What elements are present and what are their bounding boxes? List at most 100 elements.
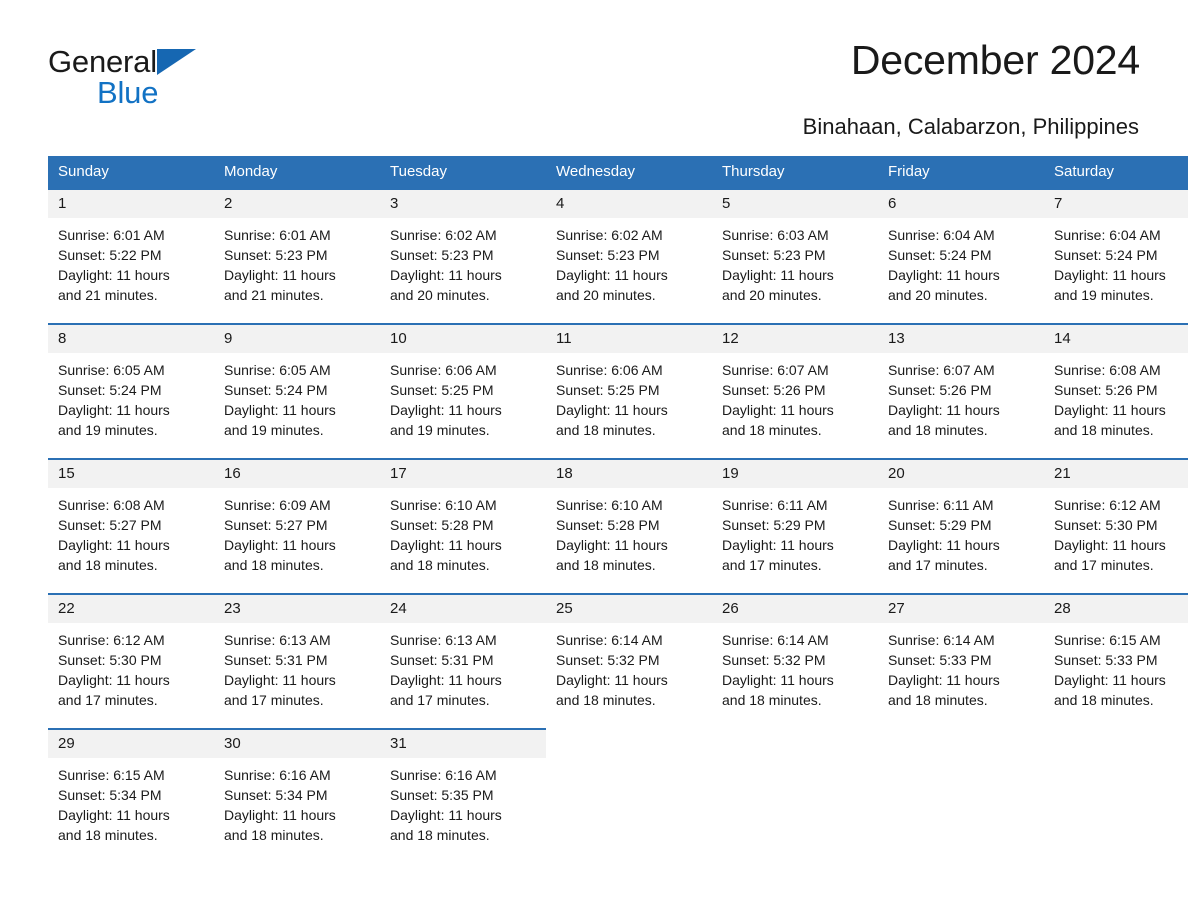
daylight-text-line1: Daylight: 11 hours [888, 402, 1000, 418]
day-details: Sunrise: 6:01 AM Sunset: 5:23 PM Dayligh… [214, 218, 380, 305]
day-cell[interactable]: 20 Sunrise: 6:11 AM Sunset: 5:29 PM Dayl… [878, 458, 1044, 594]
daylight-text-line1: Daylight: 11 hours [224, 537, 336, 553]
weekday-header-tuesday: Tuesday [380, 156, 546, 189]
sunrise-text: Sunrise: 6:01 AM [224, 227, 331, 243]
day-cell[interactable]: 25 Sunrise: 6:14 AM Sunset: 5:32 PM Dayl… [546, 593, 712, 729]
sunrise-text: Sunrise: 6:01 AM [58, 227, 165, 243]
day-cell[interactable]: 19 Sunrise: 6:11 AM Sunset: 5:29 PM Dayl… [712, 458, 878, 594]
day-cell[interactable]: 8 Sunrise: 6:05 AM Sunset: 5:24 PM Dayli… [48, 323, 214, 459]
daylight-text-line1: Daylight: 11 hours [58, 402, 170, 418]
daylight-text-line2: and 18 minutes. [888, 692, 988, 708]
day-number: 12 [712, 325, 878, 353]
sunset-text: Sunset: 5:26 PM [888, 382, 992, 398]
sunset-text: Sunset: 5:26 PM [722, 382, 826, 398]
daylight-text-line2: and 18 minutes. [224, 827, 324, 843]
daylight-text-line1: Daylight: 11 hours [888, 267, 1000, 283]
title-block: December 2024 [851, 0, 1140, 84]
sunset-text: Sunset: 5:32 PM [556, 652, 660, 668]
day-cell-empty [712, 729, 878, 863]
day-number: 6 [878, 190, 1044, 218]
daylight-text-line1: Daylight: 11 hours [556, 672, 668, 688]
day-cell[interactable]: 26 Sunrise: 6:14 AM Sunset: 5:32 PM Dayl… [712, 593, 878, 729]
day-cell[interactable]: 6 Sunrise: 6:04 AM Sunset: 5:24 PM Dayli… [878, 188, 1044, 324]
daylight-text-line1: Daylight: 11 hours [722, 537, 834, 553]
week-row: 1 Sunrise: 6:01 AM Sunset: 5:22 PM Dayli… [48, 188, 1188, 324]
day-cell[interactable]: 17 Sunrise: 6:10 AM Sunset: 5:28 PM Dayl… [380, 458, 546, 594]
daylight-text-line1: Daylight: 11 hours [58, 807, 170, 823]
day-details: Sunrise: 6:11 AM Sunset: 5:29 PM Dayligh… [878, 488, 1044, 575]
daylight-text-line1: Daylight: 11 hours [390, 672, 502, 688]
day-cell[interactable]: 24 Sunrise: 6:13 AM Sunset: 5:31 PM Dayl… [380, 593, 546, 729]
day-number: 23 [214, 595, 380, 623]
day-number: 8 [48, 325, 214, 353]
day-details: Sunrise: 6:06 AM Sunset: 5:25 PM Dayligh… [380, 353, 546, 440]
daylight-text-line1: Daylight: 11 hours [888, 537, 1000, 553]
day-number: 9 [214, 325, 380, 353]
daylight-text-line1: Daylight: 11 hours [224, 807, 336, 823]
day-details: Sunrise: 6:14 AM Sunset: 5:32 PM Dayligh… [546, 623, 712, 710]
day-number: 7 [1044, 190, 1188, 218]
page-title: December 2024 [850, 37, 1140, 83]
sunrise-text: Sunrise: 6:13 AM [224, 632, 331, 648]
day-details: Sunrise: 6:06 AM Sunset: 5:25 PM Dayligh… [546, 353, 712, 440]
day-cell[interactable]: 27 Sunrise: 6:14 AM Sunset: 5:33 PM Dayl… [878, 593, 1044, 729]
sunset-text: Sunset: 5:32 PM [722, 652, 826, 668]
daylight-text-line2: and 19 minutes. [224, 422, 324, 438]
sunset-text: Sunset: 5:25 PM [556, 382, 660, 398]
day-cell[interactable]: 1 Sunrise: 6:01 AM Sunset: 5:22 PM Dayli… [48, 188, 214, 324]
day-details: Sunrise: 6:02 AM Sunset: 5:23 PM Dayligh… [546, 218, 712, 305]
week-row: 22 Sunrise: 6:12 AM Sunset: 5:30 PM Dayl… [48, 593, 1188, 729]
day-number: 24 [380, 595, 546, 623]
day-details: Sunrise: 6:08 AM Sunset: 5:26 PM Dayligh… [1044, 353, 1188, 440]
day-cell[interactable]: 11 Sunrise: 6:06 AM Sunset: 5:25 PM Dayl… [546, 323, 712, 459]
day-cell[interactable]: 4 Sunrise: 6:02 AM Sunset: 5:23 PM Dayli… [546, 188, 712, 324]
day-cell[interactable]: 15 Sunrise: 6:08 AM Sunset: 5:27 PM Dayl… [48, 458, 214, 594]
day-cell[interactable]: 28 Sunrise: 6:15 AM Sunset: 5:33 PM Dayl… [1044, 593, 1188, 729]
sunrise-text: Sunrise: 6:12 AM [58, 632, 165, 648]
day-cell[interactable]: 23 Sunrise: 6:13 AM Sunset: 5:31 PM Dayl… [214, 593, 380, 729]
daylight-text-line1: Daylight: 11 hours [722, 267, 834, 283]
day-cell[interactable]: 13 Sunrise: 6:07 AM Sunset: 5:26 PM Dayl… [878, 323, 1044, 459]
day-details: Sunrise: 6:05 AM Sunset: 5:24 PM Dayligh… [48, 353, 214, 440]
day-cell[interactable]: 18 Sunrise: 6:10 AM Sunset: 5:28 PM Dayl… [546, 458, 712, 594]
daylight-text-line1: Daylight: 11 hours [224, 672, 336, 688]
daylight-text-line1: Daylight: 11 hours [1054, 402, 1166, 418]
daylight-text-line2: and 20 minutes. [722, 287, 822, 303]
day-cell[interactable]: 16 Sunrise: 6:09 AM Sunset: 5:27 PM Dayl… [214, 458, 380, 594]
daylight-text-line1: Daylight: 11 hours [1054, 672, 1166, 688]
day-cell[interactable]: 5 Sunrise: 6:03 AM Sunset: 5:23 PM Dayli… [712, 188, 878, 324]
day-details: Sunrise: 6:01 AM Sunset: 5:22 PM Dayligh… [48, 218, 214, 305]
day-cell[interactable]: 22 Sunrise: 6:12 AM Sunset: 5:30 PM Dayl… [48, 593, 214, 729]
daylight-text-line2: and 20 minutes. [888, 287, 988, 303]
daylight-text-line2: and 19 minutes. [1054, 287, 1154, 303]
sunset-text: Sunset: 5:31 PM [390, 652, 494, 668]
sunrise-text: Sunrise: 6:15 AM [1054, 632, 1161, 648]
day-cell[interactable]: 7 Sunrise: 6:04 AM Sunset: 5:24 PM Dayli… [1044, 188, 1188, 324]
sunrise-text: Sunrise: 6:12 AM [1054, 497, 1161, 513]
sunset-text: Sunset: 5:30 PM [1054, 517, 1158, 533]
day-details: Sunrise: 6:08 AM Sunset: 5:27 PM Dayligh… [48, 488, 214, 575]
calendar-body: 1 Sunrise: 6:01 AM Sunset: 5:22 PM Dayli… [48, 188, 1188, 863]
day-cell[interactable]: 29 Sunrise: 6:15 AM Sunset: 5:34 PM Dayl… [48, 728, 214, 863]
daylight-text-line1: Daylight: 11 hours [58, 267, 170, 283]
sunrise-text: Sunrise: 6:14 AM [722, 632, 829, 648]
day-cell[interactable]: 14 Sunrise: 6:08 AM Sunset: 5:26 PM Dayl… [1044, 323, 1188, 459]
day-cell[interactable]: 2 Sunrise: 6:01 AM Sunset: 5:23 PM Dayli… [214, 188, 380, 324]
day-cell[interactable]: 10 Sunrise: 6:06 AM Sunset: 5:25 PM Dayl… [380, 323, 546, 459]
sunset-text: Sunset: 5:24 PM [58, 382, 162, 398]
day-details: Sunrise: 6:16 AM Sunset: 5:35 PM Dayligh… [380, 758, 546, 845]
day-number: 20 [878, 460, 1044, 488]
daylight-text-line2: and 19 minutes. [58, 422, 158, 438]
day-number: 2 [214, 190, 380, 218]
day-cell[interactable]: 3 Sunrise: 6:02 AM Sunset: 5:23 PM Dayli… [380, 188, 546, 324]
week-row: 8 Sunrise: 6:05 AM Sunset: 5:24 PM Dayli… [48, 323, 1188, 459]
daylight-text-line2: and 18 minutes. [722, 692, 822, 708]
day-cell[interactable]: 31 Sunrise: 6:16 AM Sunset: 5:35 PM Dayl… [380, 728, 546, 863]
day-cell[interactable]: 21 Sunrise: 6:12 AM Sunset: 5:30 PM Dayl… [1044, 458, 1188, 594]
sunset-text: Sunset: 5:31 PM [224, 652, 328, 668]
day-cell[interactable]: 30 Sunrise: 6:16 AM Sunset: 5:34 PM Dayl… [214, 728, 380, 863]
day-cell[interactable]: 12 Sunrise: 6:07 AM Sunset: 5:26 PM Dayl… [712, 323, 878, 459]
daylight-text-line2: and 18 minutes. [556, 692, 656, 708]
day-cell[interactable]: 9 Sunrise: 6:05 AM Sunset: 5:24 PM Dayli… [214, 323, 380, 459]
logo-word-blue: Blue [97, 75, 159, 110]
